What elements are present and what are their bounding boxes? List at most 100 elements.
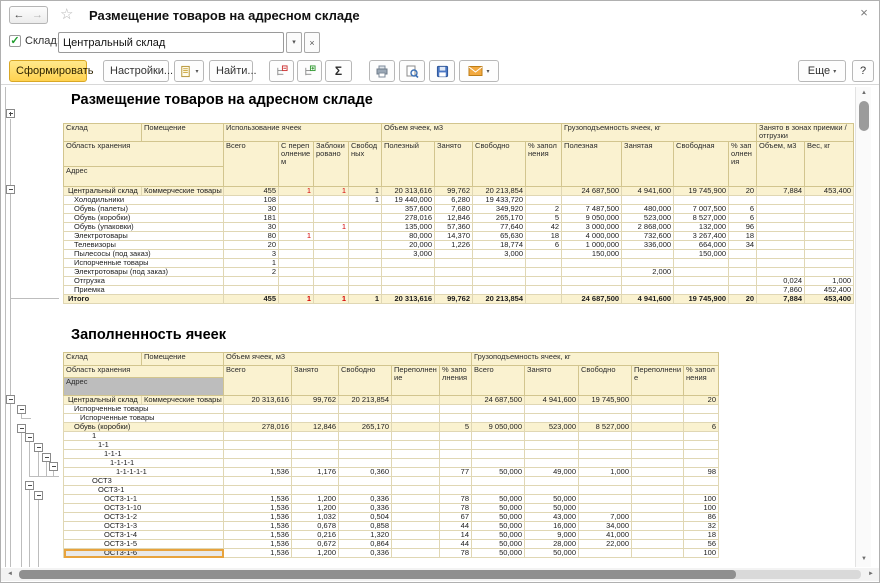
value-cell[interactable]: 42 [526,223,562,232]
value-cell[interactable]: 132,000 [674,223,729,232]
value-cell[interactable] [339,414,392,423]
value-cell[interactable]: 99,762 [435,295,473,304]
settings-button[interactable]: Настройки... [103,60,169,82]
value-cell[interactable] [392,396,440,405]
value-cell[interactable]: 1,200 [292,495,339,504]
value-cell[interactable] [392,441,440,450]
row-label-cell[interactable]: Пылесосы (под заказ) [64,250,224,259]
row-label-cell[interactable]: ОСТ3 [64,477,224,486]
value-cell[interactable] [757,214,805,223]
value-cell[interactable]: 24 687,500 [562,295,622,304]
value-cell[interactable]: 455 [224,187,279,196]
value-cell[interactable] [632,504,684,513]
value-cell[interactable]: 3,000 [382,250,435,259]
value-cell[interactable] [579,450,632,459]
value-cell[interactable]: 50,000 [472,531,525,540]
value-cell[interactable] [314,250,349,259]
value-cell[interactable] [349,241,382,250]
value-cell[interactable] [292,450,339,459]
value-cell[interactable] [579,495,632,504]
value-cell[interactable] [684,477,719,486]
value-cell[interactable] [224,432,292,441]
row-label-cell[interactable]: ОСТ3-1-2 [64,513,224,522]
value-cell[interactable] [729,268,757,277]
group-expander[interactable] [6,185,15,194]
value-cell[interactable]: 22,000 [579,540,632,549]
value-cell[interactable]: 80 [224,232,279,241]
value-cell[interactable] [339,459,392,468]
value-cell[interactable] [349,205,382,214]
warehouse-clear-button[interactable]: × [304,32,320,53]
value-cell[interactable] [314,214,349,223]
value-cell[interactable] [526,286,562,295]
value-cell[interactable]: 43,000 [525,513,579,522]
value-cell[interactable]: 1 [349,295,382,304]
value-cell[interactable]: 2,000 [622,268,674,277]
value-cell[interactable]: 1,536 [224,540,292,549]
value-cell[interactable]: 135,000 [382,223,435,232]
value-cell[interactable]: 20 313,616 [382,187,435,196]
row-label-cell[interactable]: 1-1-1 [64,450,224,459]
value-cell[interactable] [579,432,632,441]
value-cell[interactable]: 1,536 [224,504,292,513]
value-cell[interactable]: 18,774 [473,241,526,250]
row-label-cell[interactable]: Центральный склад [64,187,142,196]
value-cell[interactable] [579,486,632,495]
value-cell[interactable]: 65,630 [473,232,526,241]
value-cell[interactable]: 78 [440,495,472,504]
value-cell[interactable]: 1 [224,259,279,268]
value-cell[interactable] [392,540,440,549]
value-cell[interactable] [314,277,349,286]
value-cell[interactable] [579,459,632,468]
value-cell[interactable]: 1 000,000 [562,241,622,250]
value-cell[interactable]: 78 [440,549,472,558]
value-cell[interactable]: 56 [684,540,719,549]
value-cell[interactable] [632,522,684,531]
value-cell[interactable] [392,522,440,531]
value-cell[interactable] [349,250,382,259]
value-cell[interactable] [224,277,279,286]
group-expander[interactable] [49,462,58,471]
value-cell[interactable]: 278,016 [382,214,435,223]
value-cell[interactable] [392,405,440,414]
value-cell[interactable]: 265,170 [473,214,526,223]
value-cell[interactable] [472,432,525,441]
row-label-cell[interactable]: Отгрузка [64,277,224,286]
value-cell[interactable]: 7,860 [757,286,805,295]
value-cell[interactable] [684,432,719,441]
value-cell[interactable]: 49,000 [525,468,579,477]
value-cell[interactable] [562,196,622,205]
value-cell[interactable]: 67 [440,513,472,522]
value-cell[interactable] [349,232,382,241]
value-cell[interactable]: 1,176 [292,468,339,477]
value-cell[interactable]: 1,000 [579,468,632,477]
value-cell[interactable] [440,405,472,414]
table-row[interactable]: ОСТ3-1-101,5361,2000,3367850,00050,00010… [64,504,719,513]
value-cell[interactable] [440,441,472,450]
value-cell[interactable]: 7 007,500 [674,205,729,214]
value-cell[interactable] [622,259,674,268]
row-label-cell[interactable]: Испорченные товары [64,414,224,423]
value-cell[interactable]: 50,000 [472,540,525,549]
value-cell[interactable] [435,286,473,295]
value-cell[interactable]: 4 000,000 [562,232,622,241]
row-label-cell[interactable]: Электротовары (под заказ) [64,268,224,277]
group-expander[interactable] [6,395,15,404]
value-cell[interactable]: 1,536 [224,468,292,477]
value-cell[interactable] [440,414,472,423]
row-label-cell[interactable]: Обувь (упаковки) [64,223,224,232]
value-cell[interactable]: 18 [684,531,719,540]
table-row[interactable]: Приемка7,860452,400 [64,286,854,295]
value-cell[interactable]: 6 [729,214,757,223]
generate-button[interactable]: Сформировать [9,60,87,82]
value-cell[interactable]: 3 [224,250,279,259]
value-cell[interactable]: 9,000 [525,531,579,540]
value-cell[interactable] [435,259,473,268]
value-cell[interactable]: 12,846 [435,214,473,223]
value-cell[interactable] [525,459,579,468]
table-row[interactable]: Испорченные товары1 [64,259,854,268]
value-cell[interactable]: 19 440,000 [382,196,435,205]
value-cell[interactable]: 357,600 [382,205,435,214]
value-cell[interactable]: 523,000 [622,214,674,223]
value-cell[interactable] [292,459,339,468]
